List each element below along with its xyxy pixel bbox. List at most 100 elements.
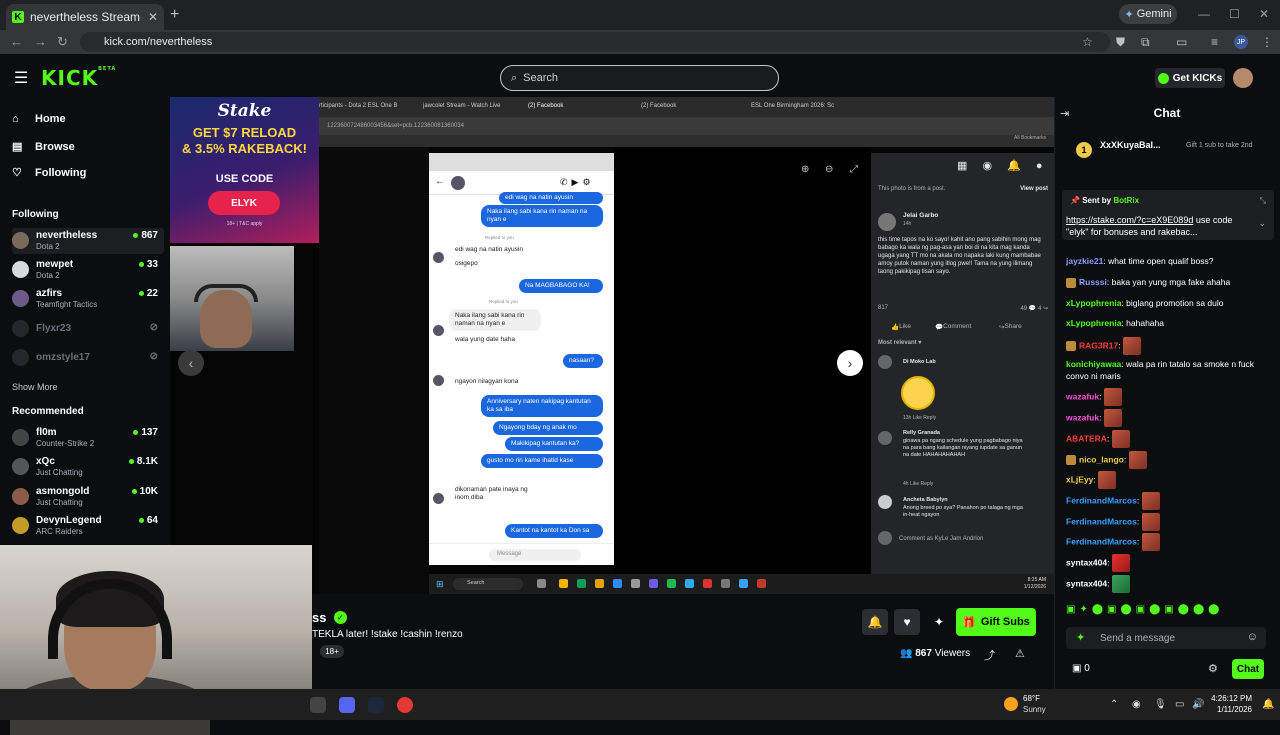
following-channel-omzstyle17[interactable]: omzstyle17 ⊘ (12, 345, 164, 371)
steam-icon[interactable] (368, 697, 384, 713)
nav-browse[interactable]: ▤ Browse (12, 140, 75, 154)
chat-username[interactable]: syntax404 (1066, 557, 1107, 567)
hamburger-menu-icon[interactable]: ☰ (14, 68, 28, 88)
fullscreen-icon[interactable]: ⤢ (850, 164, 858, 175)
previous-photo-icon[interactable]: ‹ (178, 350, 204, 376)
gemini-button[interactable]: ✦ Gemini (1119, 4, 1177, 24)
emote-icon[interactable] (1141, 492, 1160, 510)
next-photo-icon[interactable]: › (837, 350, 863, 376)
media-icon[interactable]: ≡ (1211, 35, 1218, 49)
search-input[interactable]: ⌕ Search (500, 65, 779, 91)
microphone-icon[interactable]: 🎙 (1154, 699, 1167, 710)
close-tab-icon[interactable]: ✕ (148, 10, 158, 24)
network-icon[interactable]: ▭ (1175, 699, 1184, 710)
chat-username[interactable]: nico_lango (1079, 454, 1124, 464)
following-channel-azfirs[interactable]: azfirs Teamfight Tactics 22 (12, 286, 164, 312)
pinned-link[interactable]: https://stake.com/?c=eX9E089d (1066, 215, 1193, 225)
emote-icon[interactable] (1141, 513, 1160, 531)
following-channel-nevertheless[interactable]: nevertheless Dota 2 867 (12, 228, 164, 254)
zoom-in-icon[interactable]: ⊕ (801, 164, 809, 175)
top-gifter[interactable]: 1 XxXKuyaBal... Gift 1 sub to take 2nd (1072, 140, 1277, 164)
chat-username[interactable]: FerdinandMarcos (1066, 516, 1137, 526)
chat-username[interactable]: xLypophrenia (1066, 318, 1121, 328)
chat-username[interactable]: wazafuk (1066, 391, 1099, 401)
emote-icon[interactable] (1111, 575, 1130, 593)
unpin-icon[interactable]: ⤡ (1260, 196, 1266, 206)
sparkle-button[interactable]: ✦ (926, 609, 952, 635)
recommended-channel-asmongold[interactable]: asmongold Just Chatting 10K (12, 484, 164, 510)
media-player-icon[interactable] (397, 697, 413, 713)
emote-icon[interactable] (1098, 471, 1117, 489)
notification-bell-button[interactable]: 🔔 (862, 609, 888, 635)
back-icon[interactable]: ← (10, 34, 23, 49)
system-clock[interactable]: 4:26:12 PM 1/11/2026 (1208, 694, 1252, 716)
chat-username[interactable]: jayzkie21 (1066, 256, 1103, 266)
menu-dots-icon[interactable]: ⋮ (1261, 35, 1273, 49)
follow-heart-button[interactable]: ♥ (894, 609, 920, 635)
emoji-icon[interactable]: ☺ (1247, 631, 1258, 643)
reload-icon[interactable]: ↻ (57, 34, 68, 50)
chat-input[interactable]: ✦ Send a message ☺ (1066, 627, 1266, 649)
tray-chevron-icon[interactable]: ⌃ (1110, 699, 1118, 710)
tray-app-icon[interactable]: ◉ (1132, 699, 1141, 710)
maximize-icon[interactable]: ☐ (1229, 7, 1240, 21)
kick-logo[interactable]: KICKBETA (41, 66, 116, 90)
browser-tab[interactable]: K nevertheless Stream - Watch Li... ✕ (6, 4, 164, 30)
taskbar-app-icon[interactable] (310, 697, 326, 713)
emote-icon[interactable] (1103, 388, 1122, 406)
discord-icon[interactable] (339, 697, 355, 713)
shield-extension-icon[interactable]: ⛊ (1116, 35, 1125, 50)
emote-icon[interactable] (1122, 337, 1141, 355)
emote-quick-bar[interactable]: ▣✦⬤▣⬤▣⬤▣⬤⬤⬤ (1066, 604, 1274, 618)
chat-username[interactable]: xLjEyy (1066, 474, 1093, 484)
profile-avatar[interactable]: JP (1234, 35, 1248, 49)
video-player[interactable]: Stake GET $7 RELOAD & 3.5% RAKEBACK! USE… (170, 97, 1054, 594)
cast-icon[interactable]: ▭ (1176, 35, 1187, 49)
age-tag[interactable]: 18+ (320, 645, 344, 658)
emote-icon[interactable] (1111, 554, 1130, 572)
nav-following[interactable]: ♡ Following (12, 166, 86, 180)
emote-icon[interactable] (1128, 451, 1147, 469)
stream-title: TEKLA later! !stake !cashin !renzo (312, 629, 463, 640)
nav-home[interactable]: ⌂ Home (12, 113, 66, 125)
chat-username[interactable]: syntax404 (1066, 578, 1107, 588)
chat-username[interactable]: RAG3R17 (1079, 340, 1118, 350)
following-channel-flyxr23[interactable]: Flyxr23 ⊘ (12, 316, 164, 342)
minimize-icon[interactable]: — (1198, 7, 1210, 21)
emote-icon[interactable] (1103, 409, 1122, 427)
zoom-out-icon[interactable]: ⊖ (825, 164, 833, 175)
recommended-channel-devynlegend[interactable]: DevynLegend ARC Raiders 64 (12, 513, 164, 539)
show-more-link[interactable]: Show More (12, 382, 58, 392)
new-tab-icon[interactable]: + (170, 6, 179, 24)
chat-username[interactable]: xLypophrenia (1066, 298, 1121, 308)
notifications-icon[interactable]: 🔔 (1262, 699, 1274, 710)
chevron-down-icon[interactable]: ⌄ (1258, 218, 1266, 229)
close-window-icon[interactable]: ✕ (1259, 7, 1269, 21)
volume-icon[interactable]: 🔊 (1192, 699, 1204, 710)
following-channel-mewpet[interactable]: mewpet Dota 2 33 (12, 257, 164, 283)
recommended-channel-xqc[interactable]: xQc Just Chatting 8.1K (12, 454, 164, 480)
gift-subs-button[interactable]: 🎁 Gift Subs (956, 608, 1036, 636)
forward-icon[interactable]: → (34, 34, 47, 49)
user-avatar[interactable] (1233, 68, 1253, 88)
kick-favicon-icon: K (12, 11, 24, 23)
chat-username[interactable]: ABATERA (1066, 433, 1107, 443)
chat-send-button[interactable]: Chat (1232, 659, 1264, 679)
chat-username[interactable]: FerdinandMarcos (1066, 536, 1137, 546)
chat-username[interactable]: konichiyawaa (1066, 359, 1121, 369)
chat-settings-icon[interactable]: ⚙ (1208, 662, 1218, 675)
kicks-balance[interactable]: ▣ 0 (1072, 663, 1090, 674)
extensions-icon[interactable]: ⧉ (1141, 35, 1150, 50)
url-field[interactable]: kick.com/nevertheless (80, 32, 1110, 52)
report-icon[interactable]: ⚠ (1015, 647, 1025, 660)
pinned-message[interactable]: 📌 Sent by BotRix https://stake.com/?c=eX… (1062, 190, 1274, 240)
emote-icon[interactable] (1141, 533, 1160, 551)
chat-username[interactable]: Russsi (1079, 277, 1107, 287)
emote-icon[interactable] (1111, 430, 1130, 448)
get-kicks-button[interactable]: Get KICKs (1155, 68, 1225, 88)
recommended-channel-fl0m[interactable]: fl0m Counter-Strike 2 137 (12, 425, 164, 451)
bookmark-star-icon[interactable]: ☆ (1082, 35, 1093, 49)
chat-username[interactable]: FerdinandMarcos (1066, 495, 1137, 505)
chat-username[interactable]: wazafuk (1066, 412, 1099, 422)
share-icon[interactable]: ⤴ (984, 647, 995, 663)
